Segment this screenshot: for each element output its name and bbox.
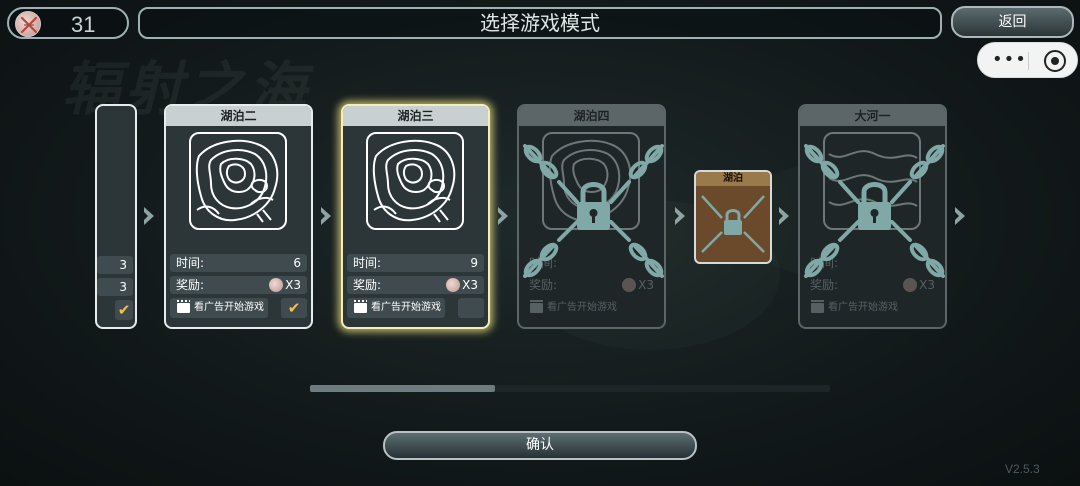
chain-lock-icon [523,144,664,278]
time-value: 9 [470,256,478,270]
time-row: 时间: 6 [170,254,307,272]
time-value: 6 [293,256,301,270]
target-circle-icon[interactable] [1044,50,1066,72]
coin-counter: 31 [7,7,129,39]
time-row: 3 [97,256,133,274]
time-label: 时间: [353,256,382,270]
confirm-button[interactable]: 确认 [383,431,697,460]
coin-icon [446,278,460,292]
check-icon: ✔ [281,298,307,318]
watch-ad-label: 看广告开始游戏 [371,302,441,313]
chain-lock-icon [701,195,765,253]
card-title: 湖泊三 [343,106,488,126]
mode-card-river-1[interactable]: 大河一 时间: 奖励: X3 看广告开始游戏 [798,104,947,329]
mode-card-lake-2[interactable]: 湖泊二 时间: 6 奖励: X3 看广告开始游戏 ✔ [164,104,313,329]
reward-value: X3 [285,278,301,292]
arrow-right-icon [955,207,965,225]
reward-value: X3 [462,278,478,292]
topographic-map-icon [366,132,464,230]
mode-card-lake-3[interactable]: 湖泊三 时间: 9 奖励: X3 看广告开始游戏 [341,104,490,329]
arrow-right-icon [498,207,508,225]
reward-row: 3 [97,278,133,296]
clapperboard-icon [177,300,190,313]
arrow-right-icon [675,207,685,225]
time-label: 时间: [176,256,205,270]
watch-ad-button[interactable]: 看广告开始游戏 [347,298,445,318]
reward-label: 奖励: [353,278,382,292]
watch-ad-label: 看广告开始游戏 [194,302,264,313]
time-row: 时间: 9 [347,254,484,272]
card-title: 湖泊二 [166,106,311,126]
chain-lock-icon [804,144,945,278]
mode-card-lake-mini[interactable]: 湖泊 [694,170,772,264]
more-dots-icon[interactable]: ••• [992,51,1027,69]
reward-row: 奖励: X3 [170,276,307,294]
check-icon: ✔ [115,300,133,320]
miniprogram-capsule: ••• [977,42,1078,78]
back-button[interactable]: 返回 [951,6,1074,38]
coin-count: 31 [71,12,96,37]
arrow-right-icon [321,207,331,225]
coin-icon [15,11,41,37]
check-slot [458,298,484,318]
topographic-map-icon [189,132,287,230]
arrow-right-icon [779,207,789,225]
reward-row: 奖励: X3 [347,276,484,294]
watch-ad-button[interactable]: 看广告开始游戏 [170,298,268,318]
card-title: 湖泊 [696,172,770,186]
arrow-right-icon [144,207,154,225]
horizontal-scrollbar-thumb[interactable] [310,385,495,392]
coin-icon [269,278,283,292]
capsule-divider [1028,52,1029,70]
reward-value: 3 [119,280,127,294]
page-title: 选择游戏模式 [138,7,942,39]
version-label: V2.5.3 [1005,462,1040,476]
clapperboard-icon [354,300,367,313]
time-value: 3 [119,258,127,272]
mode-card-partial[interactable]: 3 3 ✔ [95,104,137,329]
mode-card-lake-4[interactable]: 湖泊四 时间: 奖励: X3 看广告开始游戏 [517,104,666,329]
reward-label: 奖励: [176,278,205,292]
